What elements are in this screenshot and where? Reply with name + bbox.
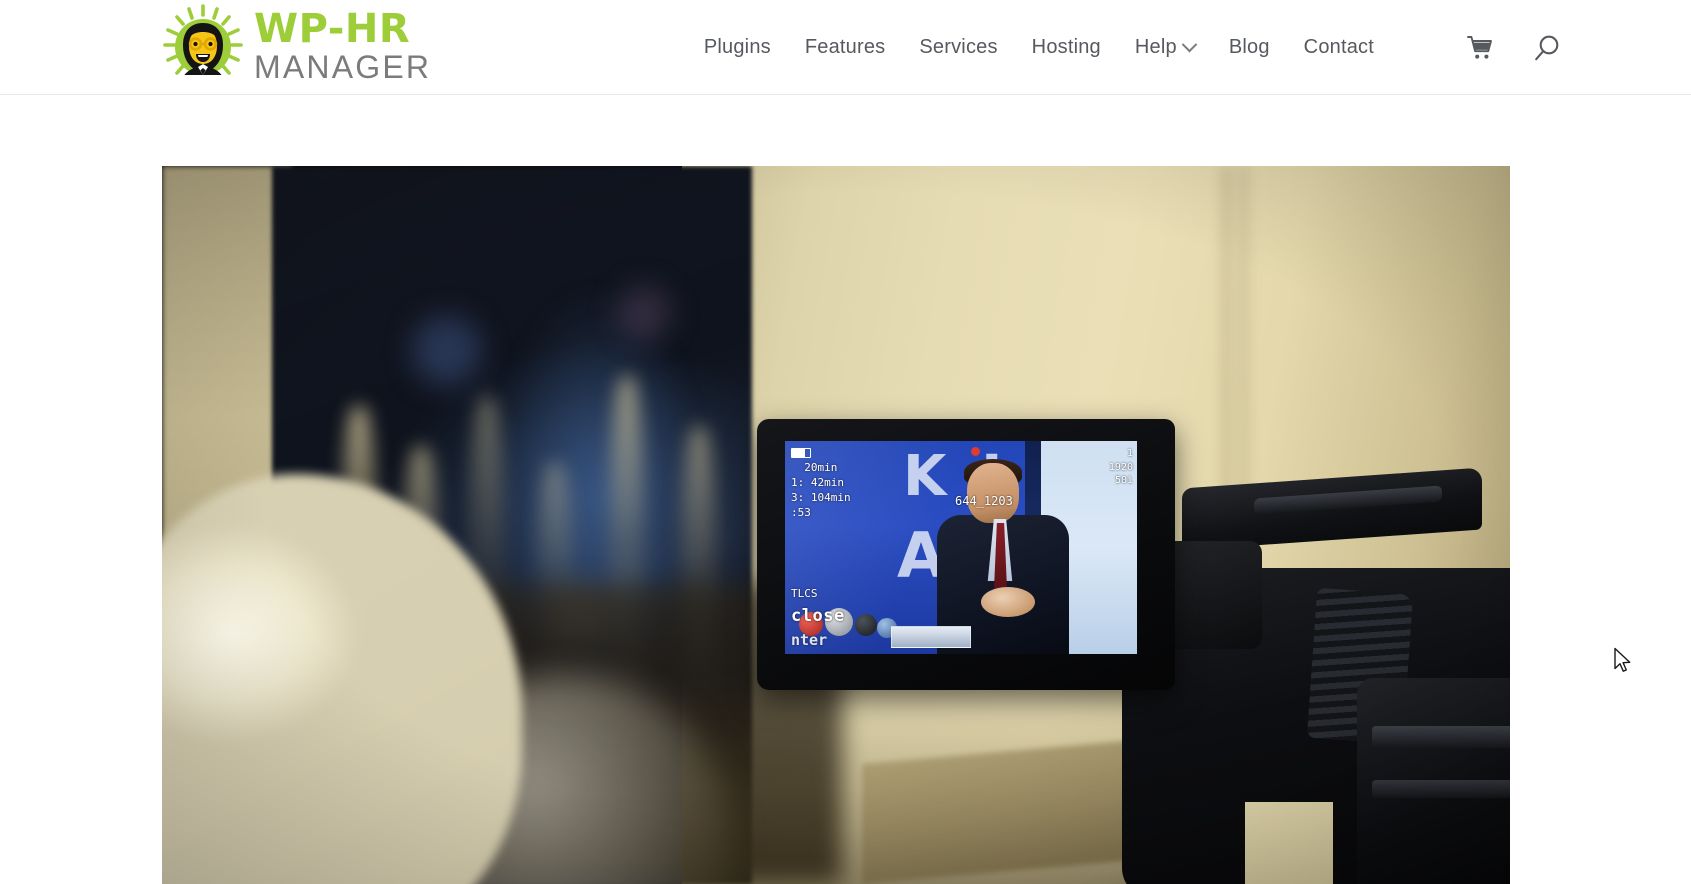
camera-lens-ring-2 bbox=[1372, 780, 1510, 798]
camera-body-notch bbox=[1245, 802, 1333, 884]
nav-item-contact[interactable]: Contact bbox=[1287, 36, 1391, 59]
primary-navigation: Plugins Features Services Hosting Help B… bbox=[687, 0, 1391, 95]
camera-lcd-housing: K I A bbox=[757, 419, 1175, 690]
lcd-osd-left-text: 20min 1: 42min 3: 104min :53 bbox=[791, 461, 851, 519]
lcd-osd-right-text: 1 1920 50i bbox=[1108, 448, 1133, 486]
nav-label: Features bbox=[804, 36, 886, 58]
lcd-record-indicator-icon bbox=[971, 447, 980, 456]
lcd-battery-icon bbox=[791, 448, 811, 458]
nav-label: Contact bbox=[1303, 36, 1374, 58]
nav-label: Hosting bbox=[1031, 36, 1101, 58]
hero-photo: K I A bbox=[162, 166, 1510, 884]
search-icon[interactable] bbox=[1533, 34, 1561, 62]
site-logo-wordmark: WP-HR MANAGER bbox=[254, 7, 431, 83]
nav-item-hosting[interactable]: Hosting bbox=[1015, 36, 1118, 59]
header-icon-group bbox=[1467, 0, 1561, 95]
mouse-pointer-icon bbox=[1613, 647, 1633, 675]
lcd-caption-line-1: close bbox=[791, 606, 845, 627]
page-content: K I A bbox=[0, 95, 1691, 884]
logo-line-manager: MANAGER bbox=[254, 49, 432, 85]
site-logo-link[interactable]: WP-HR MANAGER bbox=[162, 4, 431, 86]
nav-item-blog[interactable]: Blog bbox=[1212, 36, 1287, 59]
shopping-cart-icon[interactable] bbox=[1467, 35, 1495, 61]
lcd-osd-clip-id: 644_1203 bbox=[955, 494, 1013, 508]
nav-item-features[interactable]: Features bbox=[788, 36, 903, 59]
nav-label: Blog bbox=[1228, 36, 1270, 58]
site-header: WP-HR MANAGER Plugins Features Services … bbox=[0, 0, 1691, 95]
camera-lcd-screen: K I A bbox=[785, 441, 1137, 654]
nav-item-help[interactable]: Help bbox=[1118, 36, 1212, 59]
nav-label: Help bbox=[1134, 36, 1177, 58]
chevron-down-icon bbox=[1181, 36, 1198, 53]
camera-lens-ring bbox=[1372, 726, 1510, 748]
nav-label: Plugins bbox=[703, 36, 771, 58]
nav-item-services[interactable]: Services bbox=[902, 36, 1014, 59]
logo-line-wp-hr: WP-HR bbox=[254, 6, 411, 52]
wp-hr-manager-avatar-logo-icon bbox=[162, 4, 244, 86]
nav-label: Services bbox=[919, 36, 998, 58]
nav-item-plugins[interactable]: Plugins bbox=[687, 36, 788, 59]
lcd-caption-line-2: nter bbox=[791, 630, 828, 649]
hero-image: K I A bbox=[162, 166, 1510, 884]
lcd-osd-tlcs-label: TLCS bbox=[791, 587, 818, 601]
